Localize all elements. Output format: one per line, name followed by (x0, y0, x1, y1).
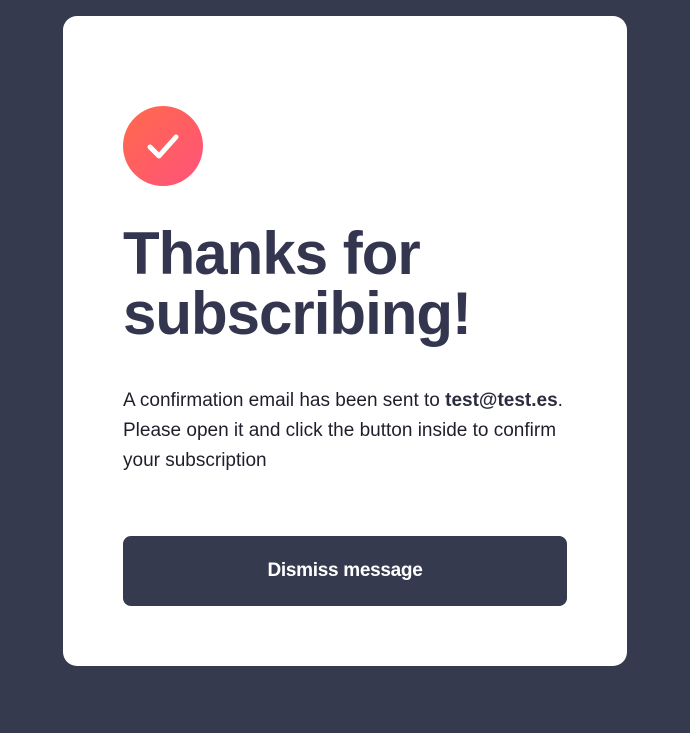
check-icon (143, 126, 183, 166)
title-line-1: Thanks for (123, 220, 421, 287)
dismiss-message-button[interactable]: Dismiss message (123, 536, 567, 606)
subscriber-email: test@test.es (445, 390, 558, 411)
title-line-2: subscribing! (123, 280, 472, 347)
page-title: Thanks for subscribing! (123, 224, 583, 344)
page-background: Thanks for subscribing! A confirmation e… (0, 0, 690, 733)
message-prefix: A confirmation email has been sent to (123, 390, 440, 411)
success-badge (123, 106, 203, 186)
success-card: Thanks for subscribing! A confirmation e… (63, 16, 627, 666)
confirmation-message: A confirmation email has been sent to te… (123, 386, 573, 476)
